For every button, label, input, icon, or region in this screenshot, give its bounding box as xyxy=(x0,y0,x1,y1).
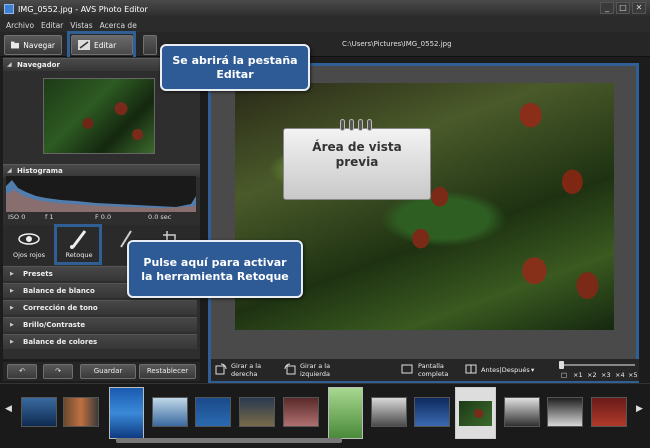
left-actions: ↶ ↷ Guardar Restablecer xyxy=(3,362,200,381)
before-after-dropdown[interactable]: ▾ xyxy=(531,366,534,374)
note-rings xyxy=(340,119,372,131)
retoque-callout: Pulse aquí para activar la herramienta R… xyxy=(127,240,303,298)
category-correccion-tono[interactable]: Corrección de tono xyxy=(3,300,197,315)
filmstrip-thumb[interactable] xyxy=(239,397,275,427)
zoom-x4[interactable]: ×4 xyxy=(615,371,625,379)
minimize-button[interactable]: _ xyxy=(600,2,614,14)
fstop-label: F 0.0 xyxy=(95,213,112,221)
iso-label: ISO 0 xyxy=(8,213,26,221)
histogram-graph xyxy=(6,180,196,212)
file-path: C:\Users\Pictures\IMG_0552.jpg xyxy=(342,40,452,48)
window-controls: _ □ ✕ xyxy=(600,2,646,14)
menu-acerca-de[interactable]: Acerca de xyxy=(100,21,137,30)
menu-editar[interactable]: Editar xyxy=(41,21,63,30)
zoom-x2[interactable]: ×2 xyxy=(587,371,597,379)
filmstrip-scrollbar[interactable] xyxy=(116,438,342,443)
window-title: IMG_0552.jpg - AVS Photo Editor xyxy=(18,4,148,14)
editar-callout: Se abrirá la pestaña Editar xyxy=(160,44,310,91)
zoom-x1-label: 1 xyxy=(578,371,583,379)
undo-button[interactable]: ↶ xyxy=(7,364,37,379)
rotate-left-icon xyxy=(284,363,296,375)
eye-icon xyxy=(18,233,40,245)
rotate-right-icon xyxy=(215,363,227,375)
filmstrip-thumb[interactable] xyxy=(195,397,231,427)
zoom-x3[interactable]: ×3 xyxy=(601,371,611,379)
filmstrip-thumb[interactable] xyxy=(152,397,188,427)
preview-toolbar: Girar a la derecha Girar a la izquierda … xyxy=(211,359,639,381)
before-after-icon xyxy=(465,364,477,374)
before-after-button[interactable]: Antes|Después xyxy=(481,366,530,374)
aperture-label: f 1 xyxy=(45,213,54,221)
filmstrip-thumb[interactable] xyxy=(504,397,540,427)
filmstrip-right-arrow[interactable]: ▶ xyxy=(636,404,643,414)
filmstrip-thumb[interactable] xyxy=(109,387,144,439)
retoque-callout-text: Pulse aquí para activar la herramienta R… xyxy=(141,256,289,283)
app-icon xyxy=(4,4,14,14)
category-balance-colores[interactable]: Balance de colores xyxy=(3,334,197,349)
histogram xyxy=(6,176,196,212)
fullscreen-button[interactable]: Pantalla completa xyxy=(418,362,448,378)
filmstrip-thumb[interactable] xyxy=(63,397,99,427)
preview-callout-text: Área de vista previa xyxy=(312,140,402,169)
editar-highlight xyxy=(67,31,136,60)
filmstrip-thumb[interactable] xyxy=(283,397,319,427)
filmstrip: ◀ ▶ xyxy=(0,383,650,448)
zoom-x1[interactable]: ×1 xyxy=(573,371,583,379)
folder-icon xyxy=(11,41,20,49)
navigator-thumbnail[interactable] xyxy=(43,78,155,154)
navegar-label: Navegar xyxy=(23,40,55,50)
close-button[interactable]: ✕ xyxy=(632,2,646,14)
shutter-label: 0.0 sec xyxy=(148,213,172,221)
zoom-slider[interactable] xyxy=(561,364,635,366)
zoom-x5[interactable]: ×5 xyxy=(628,371,638,379)
tool-red-eye-label: Ojos rojos xyxy=(12,251,46,259)
filmstrip-thumb-selected[interactable] xyxy=(455,387,496,439)
filmstrip-thumb[interactable] xyxy=(547,397,583,427)
menu-vistas[interactable]: Vistas xyxy=(70,21,92,30)
filmstrip-thumb[interactable] xyxy=(371,397,407,427)
navegar-tab[interactable]: Navegar xyxy=(4,35,62,55)
zoom-x4-label: 4 xyxy=(620,371,625,379)
redo-button[interactable]: ↷ xyxy=(43,364,73,379)
retoque-highlight xyxy=(54,224,102,265)
zoom-x5-label: 5 xyxy=(633,371,638,379)
filmstrip-thumb[interactable] xyxy=(414,397,450,427)
title-bar: IMG_0552.jpg - AVS Photo Editor _ □ ✕ xyxy=(0,0,650,18)
maximize-button[interactable]: □ xyxy=(616,2,630,14)
category-brillo-contraste[interactable]: Brillo/Contraste xyxy=(3,317,197,332)
preview-area-callout: Área de vista previa xyxy=(283,128,431,200)
menu-archivo[interactable]: Archivo xyxy=(6,21,34,30)
fullscreen-icon xyxy=(401,364,413,374)
guardar-button[interactable]: Guardar xyxy=(80,364,136,379)
menu-bar: Archivo Editar Vistas Acerca de xyxy=(0,18,650,32)
editar-callout-text: Se abrirá la pestaña Editar xyxy=(172,54,298,81)
filmstrip-left-arrow[interactable]: ◀ xyxy=(5,404,12,414)
tool-red-eye[interactable]: Ojos rojos xyxy=(9,227,49,261)
filmstrip-thumb[interactable] xyxy=(328,387,363,439)
zoom-fit-icon[interactable]: □ xyxy=(561,371,567,379)
zoom-x2-label: 2 xyxy=(592,371,597,379)
restablecer-button[interactable]: Restablecer xyxy=(139,364,196,379)
rotate-right-button[interactable]: Girar a la derecha xyxy=(231,362,261,378)
extra-tab[interactable] xyxy=(143,35,157,55)
filmstrip-thumb[interactable] xyxy=(21,397,57,427)
zoom-x3-label: 3 xyxy=(606,371,611,379)
zoom-slider-thumb[interactable] xyxy=(559,361,564,369)
filmstrip-thumb[interactable] xyxy=(591,397,627,427)
rotate-left-button[interactable]: Girar a la izquierda xyxy=(300,362,330,378)
